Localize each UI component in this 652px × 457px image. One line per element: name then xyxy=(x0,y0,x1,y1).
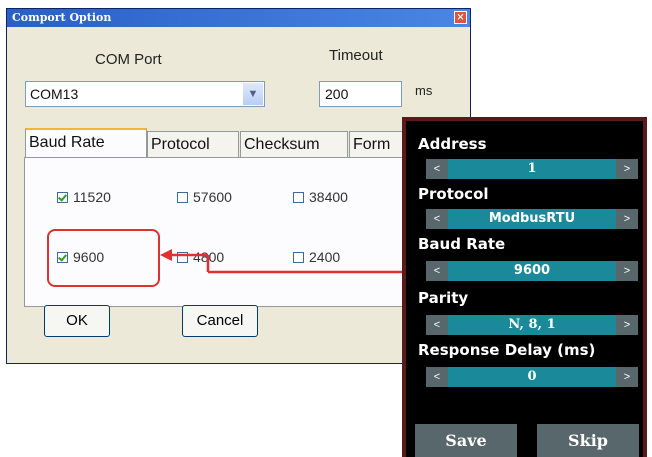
skip-button[interactable]: Skip xyxy=(537,424,639,457)
address-prev-button[interactable]: < xyxy=(426,159,448,179)
address-value: 1 xyxy=(527,161,537,176)
arrowhead-left-icon xyxy=(160,249,172,261)
address-selector: < 1 > xyxy=(426,159,638,179)
address-next-button[interactable]: > xyxy=(616,159,638,179)
save-button[interactable]: Save xyxy=(415,424,517,457)
baud-rate-value: 9600 xyxy=(513,263,551,278)
protocol-value: ModbusRTU xyxy=(488,211,576,226)
protocol-label: Protocol xyxy=(418,185,489,203)
protocol-prev-button[interactable]: < xyxy=(426,209,448,229)
baud-rate-next-button[interactable]: > xyxy=(616,261,638,281)
response-delay-value: 0 xyxy=(527,369,537,384)
device-config-panel: Address < 1 > Protocol < ModbusRTU > Bau… xyxy=(402,117,647,457)
parity-value: N, 8, 1 xyxy=(508,317,556,332)
response-delay-prev-button[interactable]: < xyxy=(426,367,448,387)
parity-selector: < N, 8, 1 > xyxy=(426,315,638,335)
response-delay-selector: < 0 > xyxy=(426,367,638,387)
response-delay-label: Response Delay (ms) xyxy=(418,341,596,359)
parity-prev-button[interactable]: < xyxy=(426,315,448,335)
address-label: Address xyxy=(418,135,487,153)
response-delay-next-button[interactable]: > xyxy=(616,367,638,387)
parity-next-button[interactable]: > xyxy=(616,315,638,335)
protocol-next-button[interactable]: > xyxy=(616,209,638,229)
baud-rate-selector: < 9600 > xyxy=(426,261,638,281)
parity-label: Parity xyxy=(418,289,469,307)
baud-rate-label: Baud Rate xyxy=(418,235,506,253)
protocol-selector: < ModbusRTU > xyxy=(426,209,638,229)
baud-rate-prev-button[interactable]: < xyxy=(426,261,448,281)
